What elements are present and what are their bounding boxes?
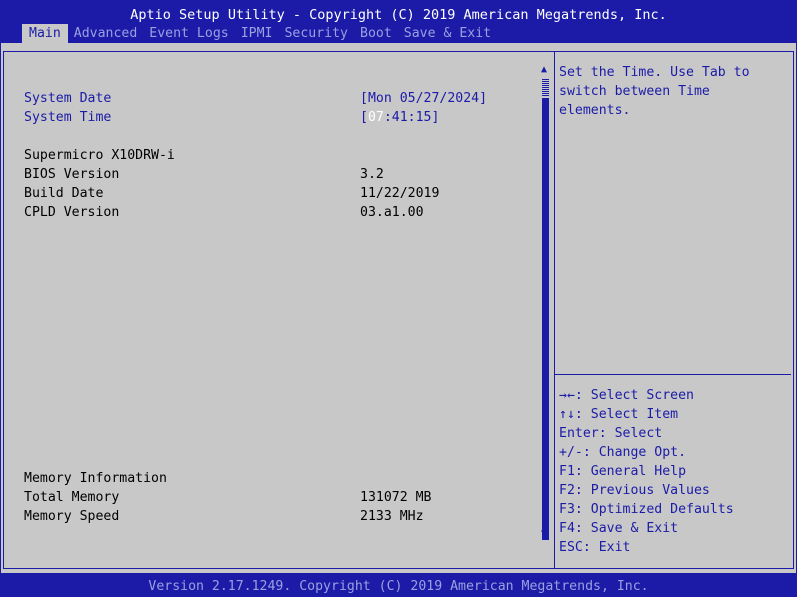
scrollbar-thumb[interactable]	[542, 98, 549, 540]
system-time-label[interactable]: System Time	[24, 108, 111, 127]
system-time-rest[interactable]: :41:15]	[384, 110, 440, 125]
tab-security[interactable]: Security	[278, 24, 354, 43]
system-date-label[interactable]: System Date	[24, 89, 111, 108]
total-memory-label: Total Memory	[24, 490, 120, 505]
system-time-hour-selected[interactable]: 07	[368, 110, 384, 125]
main-panel: System Date [Mon 05/27/2024] System Time…	[1, 43, 796, 573]
footer-bar: Version 2.17.1249. Copyright (C) 2019 Am…	[0, 573, 797, 597]
build-date-value: 11/22/2019	[360, 186, 440, 201]
utility-title: Aptio Setup Utility - Copyright (C) 2019…	[130, 7, 667, 23]
scrollbar[interactable]: ▲	[541, 65, 550, 540]
key-help-f4: F4: Save & Exit	[559, 521, 679, 536]
tab-ipmi[interactable]: IPMI	[235, 24, 279, 43]
tab-boot[interactable]: Boot	[354, 24, 398, 43]
help-description-line-2: switch between Time	[559, 84, 710, 99]
key-help-change-opt: +/-: Change Opt.	[559, 445, 687, 460]
memory-information-label: Memory Information	[24, 471, 167, 486]
total-memory-value: 131072 MB	[360, 490, 432, 505]
bios-version-label: BIOS Version	[24, 167, 120, 182]
tab-main[interactable]: Main	[22, 24, 68, 43]
system-time-open-bracket: [	[360, 110, 368, 125]
memory-speed-label: Memory Speed	[24, 509, 120, 524]
content-frame: System Date [Mon 05/27/2024] System Time…	[3, 51, 794, 569]
header-bar: Aptio Setup Utility - Copyright (C) 2019…	[0, 0, 797, 43]
scrollbar-track	[542, 79, 549, 97]
system-date-value[interactable]: [Mon 05/27/2024]	[360, 89, 487, 108]
key-help-f2: F2: Previous Values	[559, 483, 710, 498]
scroll-up-arrow-icon[interactable]: ▲	[541, 65, 550, 75]
system-time-value[interactable]: [07:41:15]	[360, 108, 439, 127]
pane-divider	[554, 52, 555, 568]
cpld-version-label: CPLD Version	[24, 205, 120, 220]
tab-event-logs[interactable]: Event Logs	[143, 24, 234, 43]
key-help-f3: F3: Optimized Defaults	[559, 502, 734, 517]
key-help-select-item: ↑↓: Select Item	[559, 407, 679, 422]
tab-save-exit[interactable]: Save & Exit	[398, 24, 497, 43]
help-description-line-3: elements.	[559, 103, 631, 118]
settings-pane: System Date [Mon 05/27/2024] System Time…	[4, 52, 544, 568]
build-date-label: Build Date	[24, 186, 104, 201]
board-name: Supermicro X10DRW-i	[24, 148, 175, 163]
scroll-down-arrow-icon[interactable]: ▼	[541, 529, 550, 539]
help-divider	[555, 374, 791, 375]
version-footer-text: Version 2.17.1249. Copyright (C) 2019 Am…	[148, 579, 649, 594]
tab-advanced[interactable]: Advanced	[68, 24, 144, 43]
key-help-enter: Enter: Select	[559, 426, 663, 441]
key-help-esc: ESC: Exit	[559, 540, 631, 555]
key-help-f1: F1: General Help	[559, 464, 687, 479]
key-help-select-screen: →←: Select Screen	[559, 388, 694, 403]
bios-version-value: 3.2	[360, 167, 384, 182]
help-description-line-1: Set the Time. Use Tab to	[559, 65, 750, 80]
cpld-version-value: 03.a1.00	[360, 205, 424, 220]
memory-speed-value: 2133 MHz	[360, 509, 424, 524]
tab-bar: Main Advanced Event Logs IPMI Security B…	[22, 24, 497, 43]
